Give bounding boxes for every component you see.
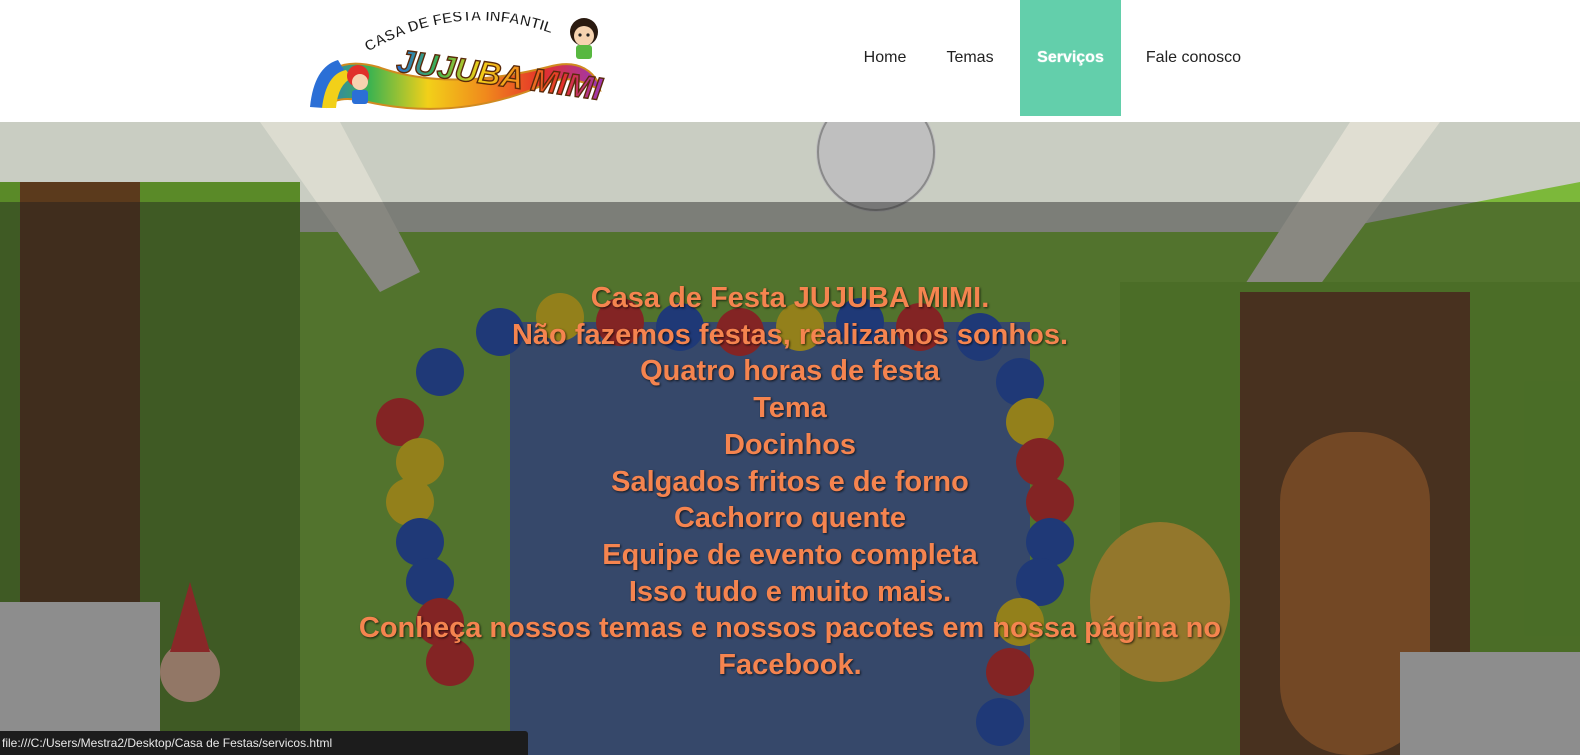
hero-line: Conheça nossos temas e nossos pacotes em… xyxy=(358,612,1222,682)
hero-line: Isso tudo e muito mais. xyxy=(628,575,952,608)
hero-section: Casa de Festa JUJUBA MIMI. Não fazemos f… xyxy=(0,122,1580,755)
hero-line: Quatro horas de festa xyxy=(640,355,940,388)
kid-girl-icon xyxy=(570,18,598,59)
jujuba-mimi-logo[interactable]: CASA DE FESTA INFANTIL JUJUBA MIMI xyxy=(308,12,608,118)
hero-line: Cachorro quente xyxy=(673,502,907,535)
nav-item-temas[interactable]: Temas xyxy=(920,0,1020,116)
hero-line: Salgados fritos e de forno xyxy=(611,465,969,498)
hero-line: Equipe de evento completa xyxy=(602,538,978,571)
status-url: file:///C:/Users/Mestra2/Desktop/Casa de… xyxy=(2,736,333,750)
hero-line: Tema xyxy=(753,392,827,425)
logo-arc-text: CASA DE FESTA INFANTIL xyxy=(362,12,556,55)
nav-item-home[interactable]: Home xyxy=(850,0,920,116)
hero-line: Casa de Festa JUJUBA MIMI. xyxy=(590,282,990,314)
nav-item-servicos[interactable]: Serviços xyxy=(1020,0,1121,116)
main-nav: Home Temas Serviços Fale conosco xyxy=(850,0,1266,116)
hero-line: Docinhos xyxy=(723,428,857,461)
services-text: Casa de Festa JUJUBA MIMI. Não fazemos f… xyxy=(0,280,1580,684)
browser-status-bar: file:///C:/Users/Mestra2/Desktop/Casa de… xyxy=(0,731,528,755)
site-header: CASA DE FESTA INFANTIL JUJUBA MIMI Home … xyxy=(0,0,1580,122)
nav-item-fale-conosco[interactable]: Fale conosco xyxy=(1121,0,1266,116)
hero-line: Não fazemos festas, realizamos sonhos. xyxy=(511,318,1069,351)
